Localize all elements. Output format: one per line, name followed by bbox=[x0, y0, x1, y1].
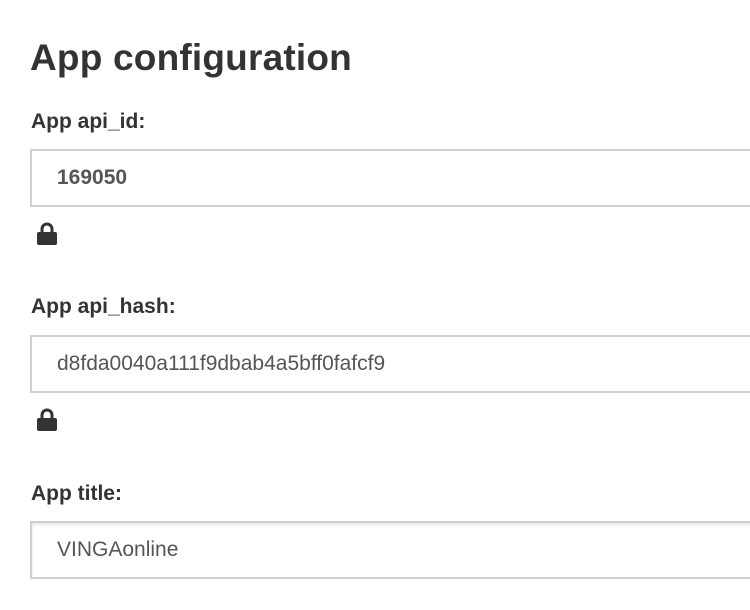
lock-icon bbox=[37, 408, 57, 431]
api-hash-label: App api_hash: bbox=[31, 295, 176, 318]
app-title-input[interactable]: VINGAonline bbox=[30, 521, 750, 579]
page-title: App configuration bbox=[30, 37, 352, 78]
lock-icon bbox=[37, 222, 57, 245]
api-hash-field[interactable]: d8fda0040a111f9dbab4a5bff0fafcf9 bbox=[30, 335, 750, 393]
app-title-label: App title: bbox=[31, 482, 122, 505]
api-id-label: App api_id: bbox=[31, 110, 146, 133]
api-id-field[interactable]: 169050 bbox=[30, 149, 750, 207]
